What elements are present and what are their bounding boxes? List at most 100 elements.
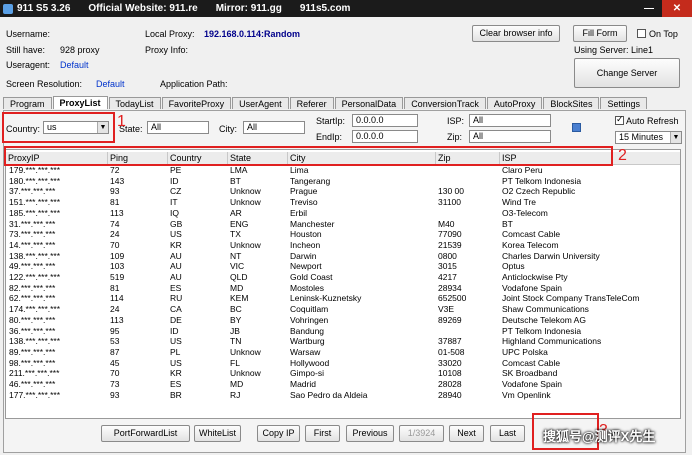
minimize-button[interactable]: — bbox=[636, 0, 662, 17]
cell-zip: V3E bbox=[438, 304, 455, 315]
zip-input[interactable]: All bbox=[469, 130, 551, 143]
cell-city: Treviso bbox=[290, 197, 318, 208]
cell-proxyip: 89.***.***.*** bbox=[9, 346, 56, 357]
cell-zip: 10108 bbox=[438, 368, 462, 379]
table-row[interactable]: 185.***.***.*** 113 IQ AR Erbil O3-Telecom bbox=[6, 208, 680, 219]
cell-proxyip: 179.***.***.*** bbox=[9, 165, 61, 175]
first-page-button[interactable]: First bbox=[305, 425, 340, 442]
clear-browser-info-button[interactable]: Clear browser info bbox=[472, 25, 560, 42]
close-button[interactable]: ✕ bbox=[662, 0, 692, 17]
last-page-button[interactable]: Last bbox=[490, 425, 525, 442]
tab-useragent[interactable]: UserAgent bbox=[232, 97, 289, 109]
cell-isp: Comcast Cable bbox=[502, 357, 561, 368]
table-row[interactable]: 36.***.***.*** 95 ID JB Bandung PT Telkom Ind… bbox=[6, 326, 680, 337]
tab-referer[interactable]: Referer bbox=[289, 97, 334, 109]
table-row[interactable]: 98.***.***.*** 45 US FL Hollywood 33020 Comcas… bbox=[6, 358, 680, 369]
table-row[interactable]: 138.***.***.*** 109 AU NT Darwin 0800 Charles … bbox=[6, 251, 680, 262]
cell-country: KR bbox=[170, 368, 182, 379]
screen-resolution-value: Default bbox=[96, 79, 125, 89]
table-row[interactable]: 138.***.***.*** 53 US TN Wartburg 37887 Highla… bbox=[6, 336, 680, 347]
previous-page-button[interactable]: Previous bbox=[346, 425, 394, 442]
cell-ping: 81 bbox=[110, 282, 120, 293]
tab-program[interactable]: Program bbox=[3, 97, 52, 109]
cell-zip: 77090 bbox=[438, 229, 462, 240]
isp-input[interactable]: All bbox=[469, 114, 551, 127]
table-row[interactable]: 89.***.***.*** 87 PL Unknow Warsaw 01-508 UPC … bbox=[6, 347, 680, 358]
cell-city: Madrid bbox=[290, 379, 316, 389]
cell-zip: 33020 bbox=[438, 357, 462, 368]
city-label: City: bbox=[219, 124, 237, 134]
tab-settings[interactable]: Settings bbox=[600, 97, 647, 109]
cell-isp: BT bbox=[502, 218, 513, 229]
table-row[interactable]: 62.***.***.*** 114 RU KEM Leninsk-Kuznetsky 6… bbox=[6, 293, 680, 304]
cell-state: TN bbox=[230, 336, 242, 347]
cell-country: CZ bbox=[170, 186, 182, 197]
tab-conversiontrack[interactable]: ConversionTrack bbox=[404, 97, 486, 109]
cell-state: LMA bbox=[230, 165, 248, 175]
annotation-box-2 bbox=[4, 146, 613, 166]
tab-personaldata[interactable]: PersonalData bbox=[334, 97, 404, 109]
cell-country: AU bbox=[170, 261, 182, 272]
cell-isp: Optus bbox=[502, 261, 525, 272]
cell-ping: 24 bbox=[110, 229, 120, 240]
on-top-checkbox[interactable] bbox=[637, 29, 646, 38]
copy-ip-button[interactable]: Copy IP bbox=[257, 425, 300, 442]
table-row[interactable]: 46.***.***.*** 73 ES MD Madrid 28028 Vodafone … bbox=[6, 379, 680, 390]
table-row[interactable]: 179.***.***.*** 72 PE LMA Lima Claro Peru bbox=[6, 165, 680, 176]
cell-country: US bbox=[170, 357, 182, 368]
cell-proxyip: 14.***.***.*** bbox=[9, 239, 56, 250]
cell-isp: Anticlockwise Pty bbox=[502, 272, 568, 282]
startip-input[interactable]: 0.0.0.0 bbox=[352, 114, 418, 127]
tab-todaylist[interactable]: TodayList bbox=[108, 97, 161, 109]
table-row[interactable]: 174.***.***.*** 24 CA BC Coquitlam V3E Shaw Co… bbox=[6, 304, 680, 315]
cell-country: DE bbox=[170, 314, 182, 325]
table-row[interactable]: 82.***.***.*** 81 ES MD Mostoles 28934 Vodafon… bbox=[6, 283, 680, 294]
auto-refresh-checkbox[interactable] bbox=[615, 114, 624, 125]
next-page-button[interactable]: Next bbox=[449, 425, 484, 442]
cell-isp: Vodafone Spain bbox=[502, 282, 563, 293]
table-row[interactable]: 37.***.***.*** 93 CZ Unknow Prague 130 00 O2 C… bbox=[6, 186, 680, 197]
white-list-button[interactable]: WhiteList bbox=[194, 425, 241, 442]
table-row[interactable]: 73.***.***.*** 24 US TX Houston 77090 Comcast … bbox=[6, 229, 680, 240]
cell-city: Lima bbox=[290, 165, 309, 175]
cell-city: Coquitlam bbox=[290, 304, 329, 315]
refresh-interval-select[interactable]: 15 Minutes ▼ bbox=[615, 131, 682, 144]
table-row[interactable]: 80.***.***.*** 113 DE BY Vohringen 89269 Deuts… bbox=[6, 315, 680, 326]
tab-proxylist[interactable]: ProxyList bbox=[52, 96, 108, 109]
cell-ping: 73 bbox=[110, 379, 120, 389]
tab-favoriteproxy[interactable]: FavoriteProxy bbox=[161, 97, 232, 109]
cell-proxyip: 138.***.***.*** bbox=[9, 336, 61, 347]
cell-country: GB bbox=[170, 218, 183, 229]
cell-proxyip: 62.***.***.*** bbox=[9, 293, 56, 304]
tab-autoproxy[interactable]: AutoProxy bbox=[486, 97, 543, 109]
state-input[interactable]: All bbox=[147, 121, 209, 134]
still-have-value: 928 proxy bbox=[60, 45, 100, 55]
cell-isp: Comcast Cable bbox=[502, 229, 561, 240]
table-row[interactable]: 177.***.***.*** 93 BR RJ Sao Pedro da Aldeia… bbox=[6, 390, 680, 401]
cell-city: Leninsk-Kuznetsky bbox=[290, 293, 362, 304]
cell-proxyip: 73.***.***.*** bbox=[9, 229, 56, 240]
endip-input[interactable]: 0.0.0.0 bbox=[352, 130, 418, 143]
table-row[interactable]: 31.***.***.*** 74 GB ENG Manchester M40 BT bbox=[6, 219, 680, 230]
table-row[interactable]: 49.***.***.*** 103 AU VIC Newport 3015 Optus bbox=[6, 261, 680, 272]
table-row[interactable]: 151.***.***.*** 81 IT Unknow Treviso 31100 Win… bbox=[6, 197, 680, 208]
table-row[interactable]: 180.***.***.*** 143 ID BT Tangerang PT Telkom… bbox=[6, 176, 680, 187]
cell-isp: Korea Telecom bbox=[502, 239, 559, 250]
port-forward-list-button[interactable]: PortForwardList bbox=[101, 425, 190, 442]
cell-state: MD bbox=[230, 379, 244, 389]
cell-country: RU bbox=[170, 293, 183, 304]
proxy-info-label: Proxy Info: bbox=[145, 45, 189, 55]
tab-blocksites[interactable]: BlockSites bbox=[543, 97, 600, 109]
change-server-button[interactable]: Change Server bbox=[574, 58, 680, 88]
table-row[interactable]: 122.***.***.*** 519 AU QLD Gold Coast 4217 Ant… bbox=[6, 272, 680, 283]
title-bar: 911 S5 3.26 Official Website: 911.re Mir… bbox=[0, 0, 692, 17]
table-row[interactable]: 211.***.***.*** 70 KR Unknow Gimpo-si 10108 SK… bbox=[6, 368, 680, 379]
cell-zip: 3015 bbox=[438, 261, 457, 272]
clear-filter-icon[interactable] bbox=[572, 123, 581, 132]
table-row[interactable]: 14.***.***.*** 70 KR Unknow Incheon 21539 Kore… bbox=[6, 240, 680, 251]
cell-state: NT bbox=[230, 250, 242, 261]
fill-form-button[interactable]: Fill Form bbox=[573, 25, 627, 42]
cell-ping: 113 bbox=[110, 207, 124, 218]
city-input[interactable]: All bbox=[243, 121, 305, 134]
cell-isp: Vm Openlink bbox=[502, 389, 551, 400]
